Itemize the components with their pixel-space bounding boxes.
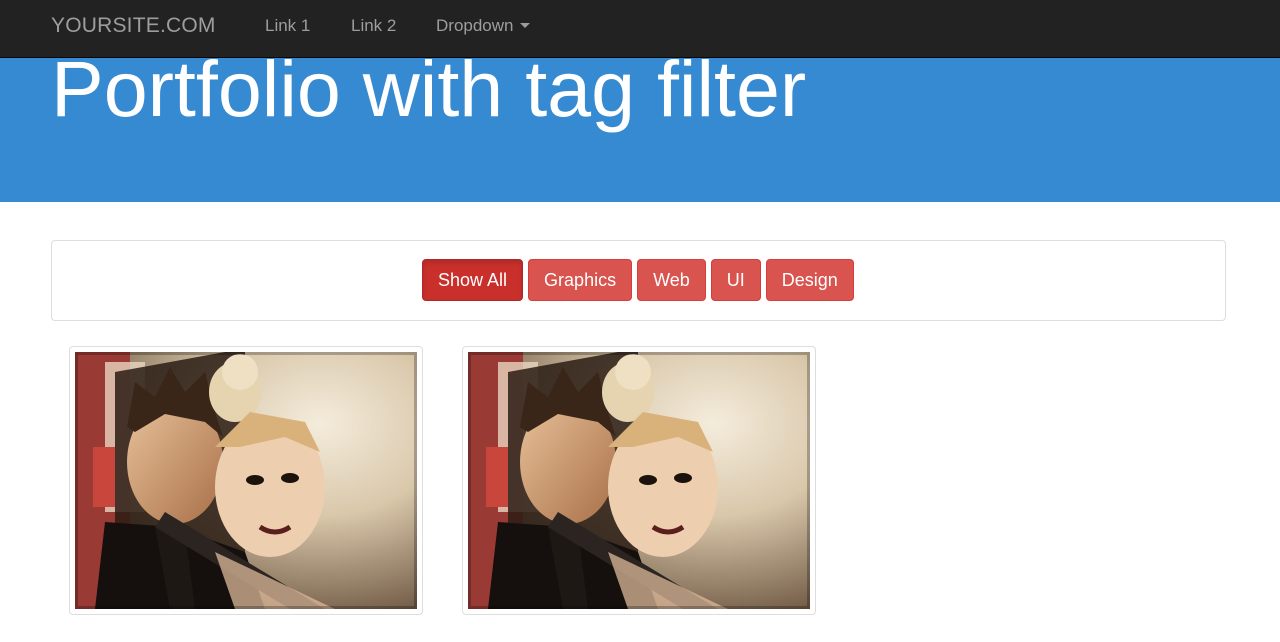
portfolio-thumbnail[interactable] (462, 346, 816, 615)
portfolio-photo (468, 352, 810, 609)
brand-link[interactable]: YOURSITE.COM (51, 0, 216, 52)
nav-dropdown[interactable]: Dropdown (436, 0, 530, 52)
filter-button-group: Show All Graphics Web UI Design (422, 259, 854, 301)
nav-link-2[interactable]: Link 2 (351, 0, 396, 52)
nav-link-1[interactable]: Link 1 (265, 0, 310, 52)
filter-graphics-button[interactable]: Graphics (528, 259, 633, 301)
filter-design-button[interactable]: Design (765, 259, 854, 301)
filter-ui-button[interactable]: UI (710, 259, 761, 301)
filter-web-button[interactable]: Web (637, 259, 706, 301)
portfolio-photo (75, 352, 417, 609)
navbar: YOURSITE.COM Link 1 Link 2 Dropdown (0, 0, 1280, 58)
nav-dropdown-label: Dropdown (436, 16, 514, 35)
caret-down-icon (519, 23, 530, 29)
filter-panel: Show All Graphics Web UI Design (51, 240, 1226, 321)
filter-show-all-button[interactable]: Show All (422, 259, 524, 301)
portfolio-thumbnail[interactable] (69, 346, 423, 615)
